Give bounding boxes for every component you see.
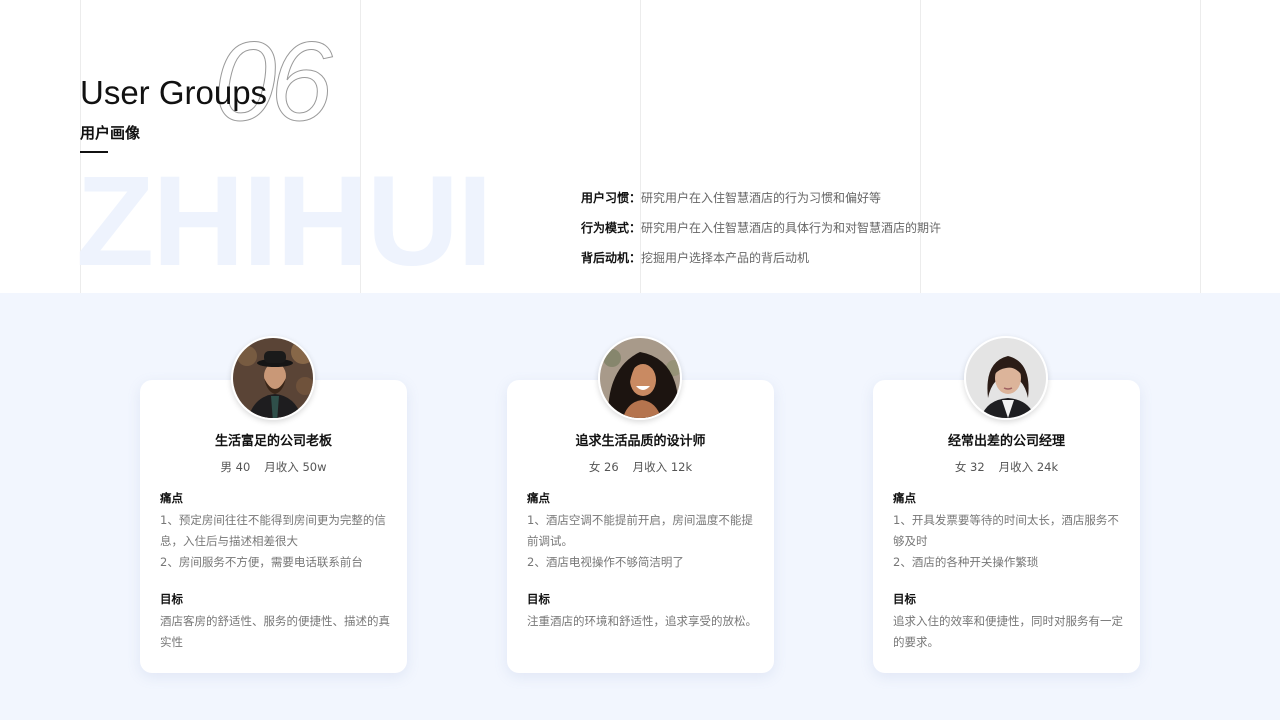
research-text: 挖掘用户选择本产品的背后动机 bbox=[641, 251, 810, 265]
pains-section: 痛点 1、预定房间往往不能得到房间更为完整的信息，入住后与描述相差很大 2、房间… bbox=[160, 490, 390, 573]
watermark-text: ZHIHUI bbox=[76, 150, 493, 293]
research-item: 用户习惯： 研究用户在入住智慧酒店的行为习惯和偏好等 bbox=[581, 190, 941, 206]
goals-label: 目标 bbox=[160, 592, 183, 606]
avatar bbox=[231, 336, 315, 420]
research-text: 研究用户在入住智慧酒店的具体行为和对智慧酒店的期许 bbox=[641, 221, 942, 235]
persona-name: 经常出差的公司经理 bbox=[947, 434, 1065, 449]
persona-income: 月收入 12k bbox=[632, 460, 693, 474]
pain-item: 1、酒店空调不能提前开启，房间温度不能提前调试。 bbox=[527, 513, 753, 548]
persona-card: 经常出差的公司经理 女 32 月收入 24k 痛点 1、开具发票要等待的时间太长，… bbox=[873, 336, 1140, 673]
research-text: 研究用户在入住智慧酒店的行为习惯和偏好等 bbox=[641, 191, 882, 205]
goals-label: 目标 bbox=[527, 592, 550, 606]
goals-section: 目标 追求入住的效率和便捷性，同时对服务有一定的要求。 bbox=[893, 591, 1123, 653]
pain-item: 2、酒店的各种开关操作繁琐 bbox=[893, 555, 1039, 569]
title-underline bbox=[80, 151, 108, 153]
avatar bbox=[598, 336, 682, 420]
pains-label: 痛点 bbox=[160, 491, 183, 505]
page-subtitle: 用户画像 bbox=[80, 124, 141, 142]
pain-item: 2、房间服务不方便，需要电话联系前台 bbox=[160, 555, 363, 569]
research-label: 用户习惯： bbox=[581, 191, 642, 205]
research-label: 背后动机： bbox=[581, 251, 642, 265]
persona-income: 月收入 24k bbox=[998, 460, 1059, 474]
research-item: 背后动机： 挖掘用户选择本产品的背后动机 bbox=[581, 250, 941, 266]
persona-meta: 男 40 月收入 50w bbox=[140, 459, 407, 475]
pains-label: 痛点 bbox=[893, 491, 916, 505]
pain-item: 1、开具发票要等待的时间太长，酒店服务不够及时 bbox=[893, 513, 1119, 548]
goals-text: 酒店客房的舒适性、服务的便捷性、描述的真实性 bbox=[160, 614, 390, 649]
persona-income: 月收入 50w bbox=[264, 460, 327, 474]
businesswoman-photo-icon bbox=[966, 338, 1046, 418]
research-item: 行为模式： 研究用户在入住智慧酒店的具体行为和对智慧酒店的期许 bbox=[581, 220, 941, 236]
goals-text: 追求入住的效率和便捷性，同时对服务有一定的要求。 bbox=[893, 614, 1123, 649]
persona-name: 生活富足的公司老板 bbox=[214, 434, 332, 449]
persona-meta: 女 26 月收入 12k bbox=[507, 459, 774, 475]
goals-text: 注重酒店的环境和舒适性，追求享受的放松。 bbox=[527, 614, 757, 628]
avatar bbox=[964, 336, 1048, 420]
persona-card: 生活富足的公司老板 男 40 月收入 50w 痛点 1、预定房间往往不能得到房间更… bbox=[140, 336, 407, 673]
pain-item: 1、预定房间往往不能得到房间更为完整的信息，入住后与描述相差很大 bbox=[160, 513, 386, 548]
research-label: 行为模式： bbox=[581, 221, 642, 235]
persona-card: 追求生活品质的设计师 女 26 月收入 12k 痛点 1、酒店空调不能提前开启，房… bbox=[507, 336, 774, 673]
pains-label: 痛点 bbox=[527, 491, 550, 505]
goals-section: 目标 酒店客房的舒适性、服务的便捷性、描述的真实性 bbox=[160, 591, 390, 653]
goals-section: 目标 注重酒店的环境和舒适性，追求享受的放松。 bbox=[527, 591, 757, 632]
research-list: 用户习惯： 研究用户在入住智慧酒店的行为习惯和偏好等 行为模式： 研究用户在入住… bbox=[581, 190, 941, 280]
persona-gender-age: 女 26 bbox=[588, 460, 619, 474]
persona-gender-age: 男 40 bbox=[220, 460, 251, 474]
persona-name: 追求生活品质的设计师 bbox=[575, 434, 706, 449]
persona-meta: 女 32 月收入 24k bbox=[873, 459, 1140, 475]
man-in-hat-photo-icon bbox=[233, 338, 313, 418]
goals-label: 目标 bbox=[893, 592, 916, 606]
header-section: ZHIHUI 06 User Groups 用户画像 用户习惯： 研究用户在入住… bbox=[0, 0, 1280, 293]
persona-gender-age: 女 32 bbox=[954, 460, 985, 474]
pains-section: 痛点 1、酒店空调不能提前开启，房间温度不能提前调试。 2、酒店电视操作不够简洁… bbox=[527, 490, 757, 573]
page-title: User Groups bbox=[80, 74, 268, 111]
pain-item: 2、酒店电视操作不够简洁明了 bbox=[527, 555, 684, 569]
smiling-woman-photo-icon bbox=[600, 338, 680, 418]
pains-section: 痛点 1、开具发票要等待的时间太长，酒店服务不够及时 2、酒店的各种开关操作繁琐 bbox=[893, 490, 1123, 573]
grid-line bbox=[1200, 0, 1201, 293]
